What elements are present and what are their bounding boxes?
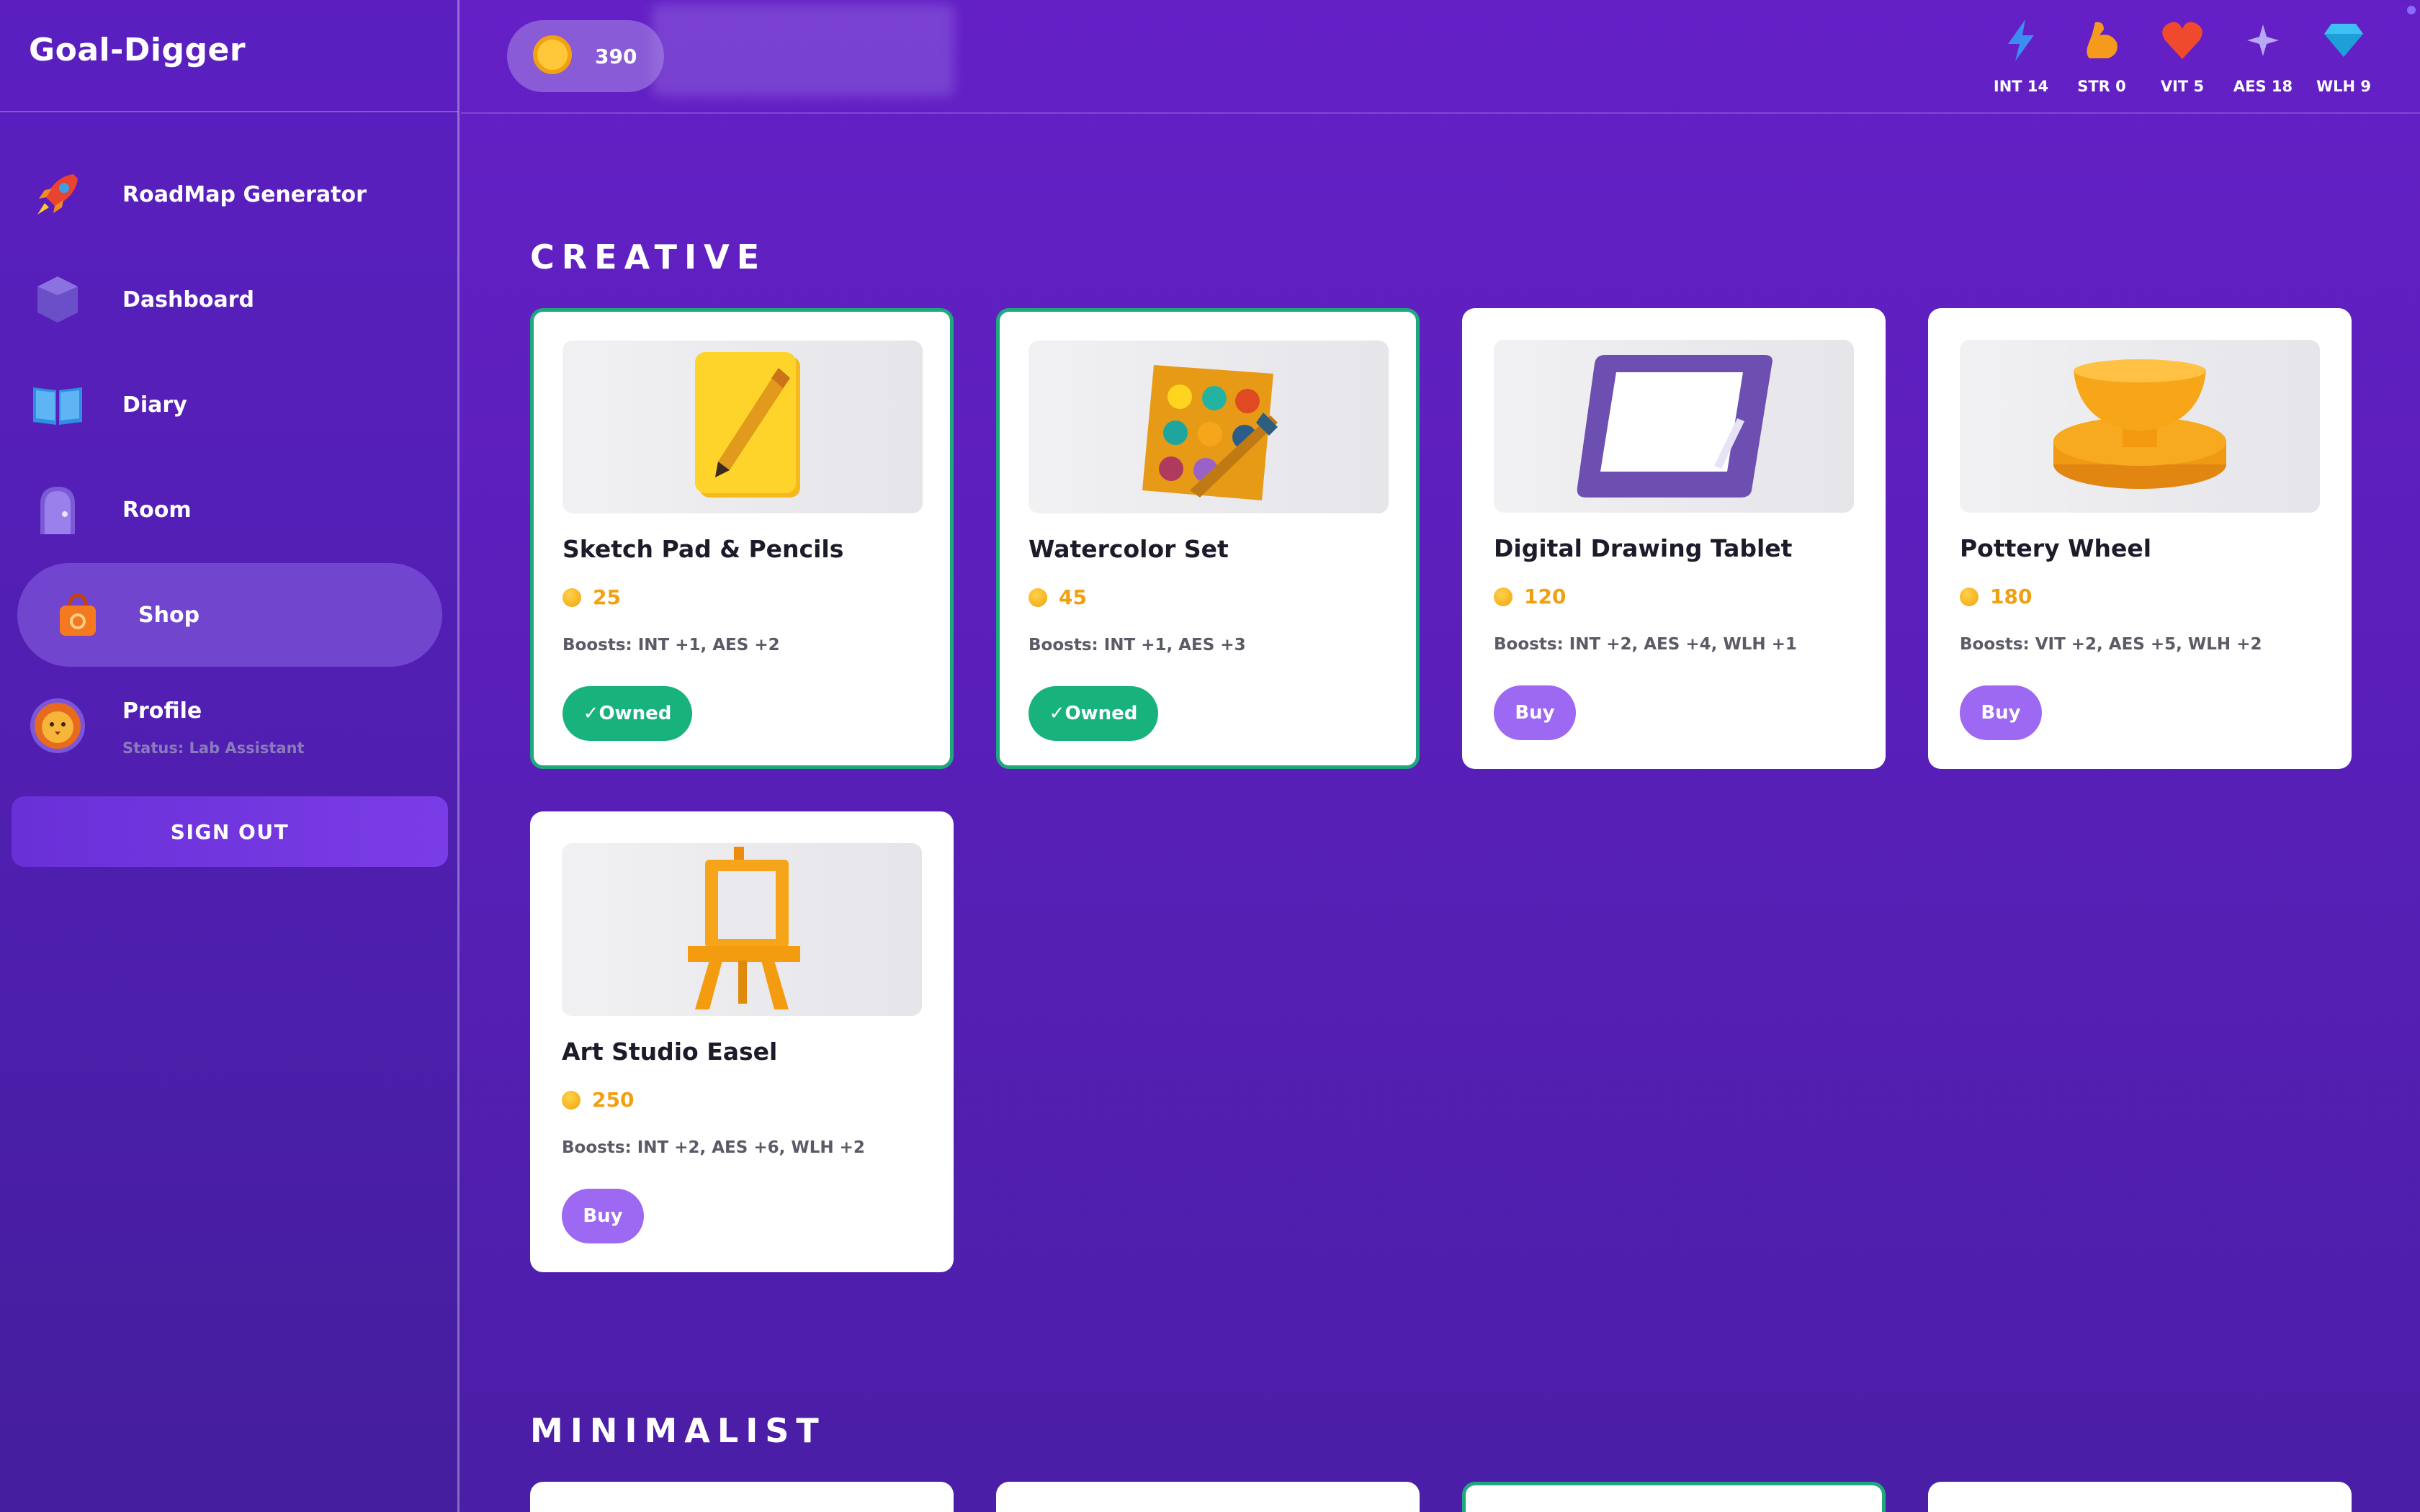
rocket-icon: [29, 166, 86, 223]
sidebar-item-shop[interactable]: Shop: [17, 563, 442, 667]
pottery-wheel-icon: [2046, 356, 2233, 496]
buy-button[interactable]: Buy: [1494, 685, 1576, 740]
sidebar-item-room[interactable]: Room: [17, 458, 442, 562]
coin-icon: [562, 1090, 581, 1110]
item-name: Pottery Wheel: [1960, 534, 2152, 562]
item-boosts: Boosts: VIT +2, AES +5, WLH +2: [1960, 635, 2262, 654]
item-name: Sketch Pad & Pencils: [563, 535, 844, 563]
sidebar: Goal-Digger RoadMap Generator Dashboard: [0, 0, 460, 1512]
shop-item-card: Sketch Pad & Pencils 25 Boosts: INT +1, …: [530, 308, 954, 769]
item-name: Art Studio Easel: [562, 1038, 778, 1066]
item-price-value: 250: [592, 1088, 635, 1112]
shop-item-card: [996, 1482, 1420, 1512]
book-icon: [29, 376, 86, 433]
shop-item-card: Pottery Wheel 180 Boosts: VIT +2, AES +5…: [1928, 308, 2352, 769]
coin-icon: [563, 588, 581, 607]
sidebar-divider: [0, 111, 458, 112]
item-price-value: 45: [1059, 585, 1087, 609]
shopping-bag-icon: [49, 586, 107, 644]
item-price-value: 120: [1524, 585, 1567, 608]
item-price: 45: [1028, 585, 1087, 609]
gem-icon: [29, 271, 86, 328]
coin-icon: [532, 34, 573, 78]
sidebar-item-label: RoadMap Generator: [122, 181, 367, 207]
profile-status: Status: Lab Assistant: [122, 739, 305, 757]
sparkle-icon: [2227, 17, 2299, 63]
stat-label: VIT 5: [2160, 78, 2205, 95]
stat-label: INT 14: [1993, 78, 2049, 95]
shop-item-card: Art Studio Easel 250 Boosts: INT +2, AES…: [530, 811, 954, 1272]
app-title: Goal-Digger: [29, 32, 246, 68]
sidebar-item-label: Shop: [138, 602, 200, 628]
indicator-dot: [2407, 6, 2416, 14]
shop-item-card: [530, 1482, 954, 1512]
shop-item-card: Watercolor Set 45 Boosts: INT +1, AES +3…: [996, 308, 1420, 769]
stat-str: STR 0: [2066, 17, 2138, 95]
item-price: 25: [563, 585, 621, 609]
shop-item-card: [1462, 1482, 1886, 1512]
item-image: [1028, 341, 1389, 513]
coin-icon: [1028, 588, 1047, 607]
item-name: Digital Drawing Tablet: [1494, 534, 1793, 562]
topbar-divider: [461, 112, 2420, 114]
shop-item-card: [1928, 1482, 2352, 1512]
shop-item-card: Digital Drawing Tablet 120 Boosts: INT +…: [1462, 308, 1886, 769]
coin-balance: 390: [507, 20, 664, 92]
owned-button[interactable]: ✓Owned: [1028, 686, 1158, 741]
sidebar-item-roadmap-generator[interactable]: RoadMap Generator: [17, 143, 442, 246]
stat-label: WLH 9: [2316, 78, 2372, 95]
door-icon: [29, 481, 86, 539]
item-image: [1494, 340, 1854, 513]
item-name: Watercolor Set: [1028, 535, 1229, 563]
coin-icon: [1960, 587, 1978, 606]
coin-amount: 390: [595, 44, 637, 68]
item-price: 120: [1494, 585, 1566, 608]
coin-icon: [1494, 587, 1512, 606]
diamond-icon: [2308, 17, 2380, 63]
stat-vit: VIT 5: [2146, 17, 2218, 95]
sidebar-item-profile[interactable]: Profile Status: Lab Assistant: [17, 674, 442, 778]
item-image: [1960, 340, 2320, 513]
sidebar-item-label: Diary: [122, 392, 187, 418]
stat-int: INT 14: [1985, 17, 2057, 95]
section-title-minimalist: MINIMALIST: [530, 1411, 826, 1450]
stat-label: AES 18: [2233, 78, 2293, 95]
lion-avatar-icon: [29, 697, 86, 755]
easel-icon: [681, 845, 803, 1014]
palette-icon: [1129, 346, 1288, 508]
item-boosts: Boosts: INT +1, AES +2: [563, 636, 780, 654]
buy-button[interactable]: Buy: [1960, 685, 2042, 740]
sidebar-item-dashboard[interactable]: Dashboard: [17, 248, 442, 351]
sidebar-item-label: Profile: [122, 698, 202, 724]
item-image: [563, 341, 923, 513]
lightning-icon: [1985, 17, 2057, 63]
owned-button[interactable]: ✓Owned: [563, 686, 692, 741]
item-boosts: Boosts: INT +1, AES +3: [1028, 636, 1246, 654]
blurred-region: [652, 4, 954, 96]
item-price: 180: [1960, 585, 2032, 608]
item-price-value: 180: [1990, 585, 2033, 608]
sidebar-item-label: Dashboard: [122, 287, 254, 312]
item-image: [562, 843, 922, 1016]
sidebar-item-label: Room: [122, 497, 192, 523]
muscle-icon: [2066, 17, 2138, 63]
sign-out-button[interactable]: SIGN OUT: [12, 796, 448, 867]
item-boosts: Boosts: INT +2, AES +6, WLH +2: [562, 1138, 865, 1157]
item-price-value: 25: [593, 585, 621, 609]
stat-wlh: WLH 9: [2308, 17, 2380, 95]
section-title-creative: CREATIVE: [530, 238, 767, 276]
stat-label: STR 0: [2077, 78, 2126, 95]
item-boosts: Boosts: INT +2, AES +4, WLH +1: [1494, 635, 1797, 654]
item-price: 250: [562, 1088, 634, 1112]
sketchpad-icon: [671, 346, 815, 508]
stat-aes: AES 18: [2227, 17, 2299, 95]
heart-icon: [2146, 17, 2218, 63]
tablet-icon: [1573, 349, 1775, 503]
sidebar-item-diary[interactable]: Diary: [17, 353, 442, 456]
buy-button[interactable]: Buy: [562, 1189, 644, 1243]
